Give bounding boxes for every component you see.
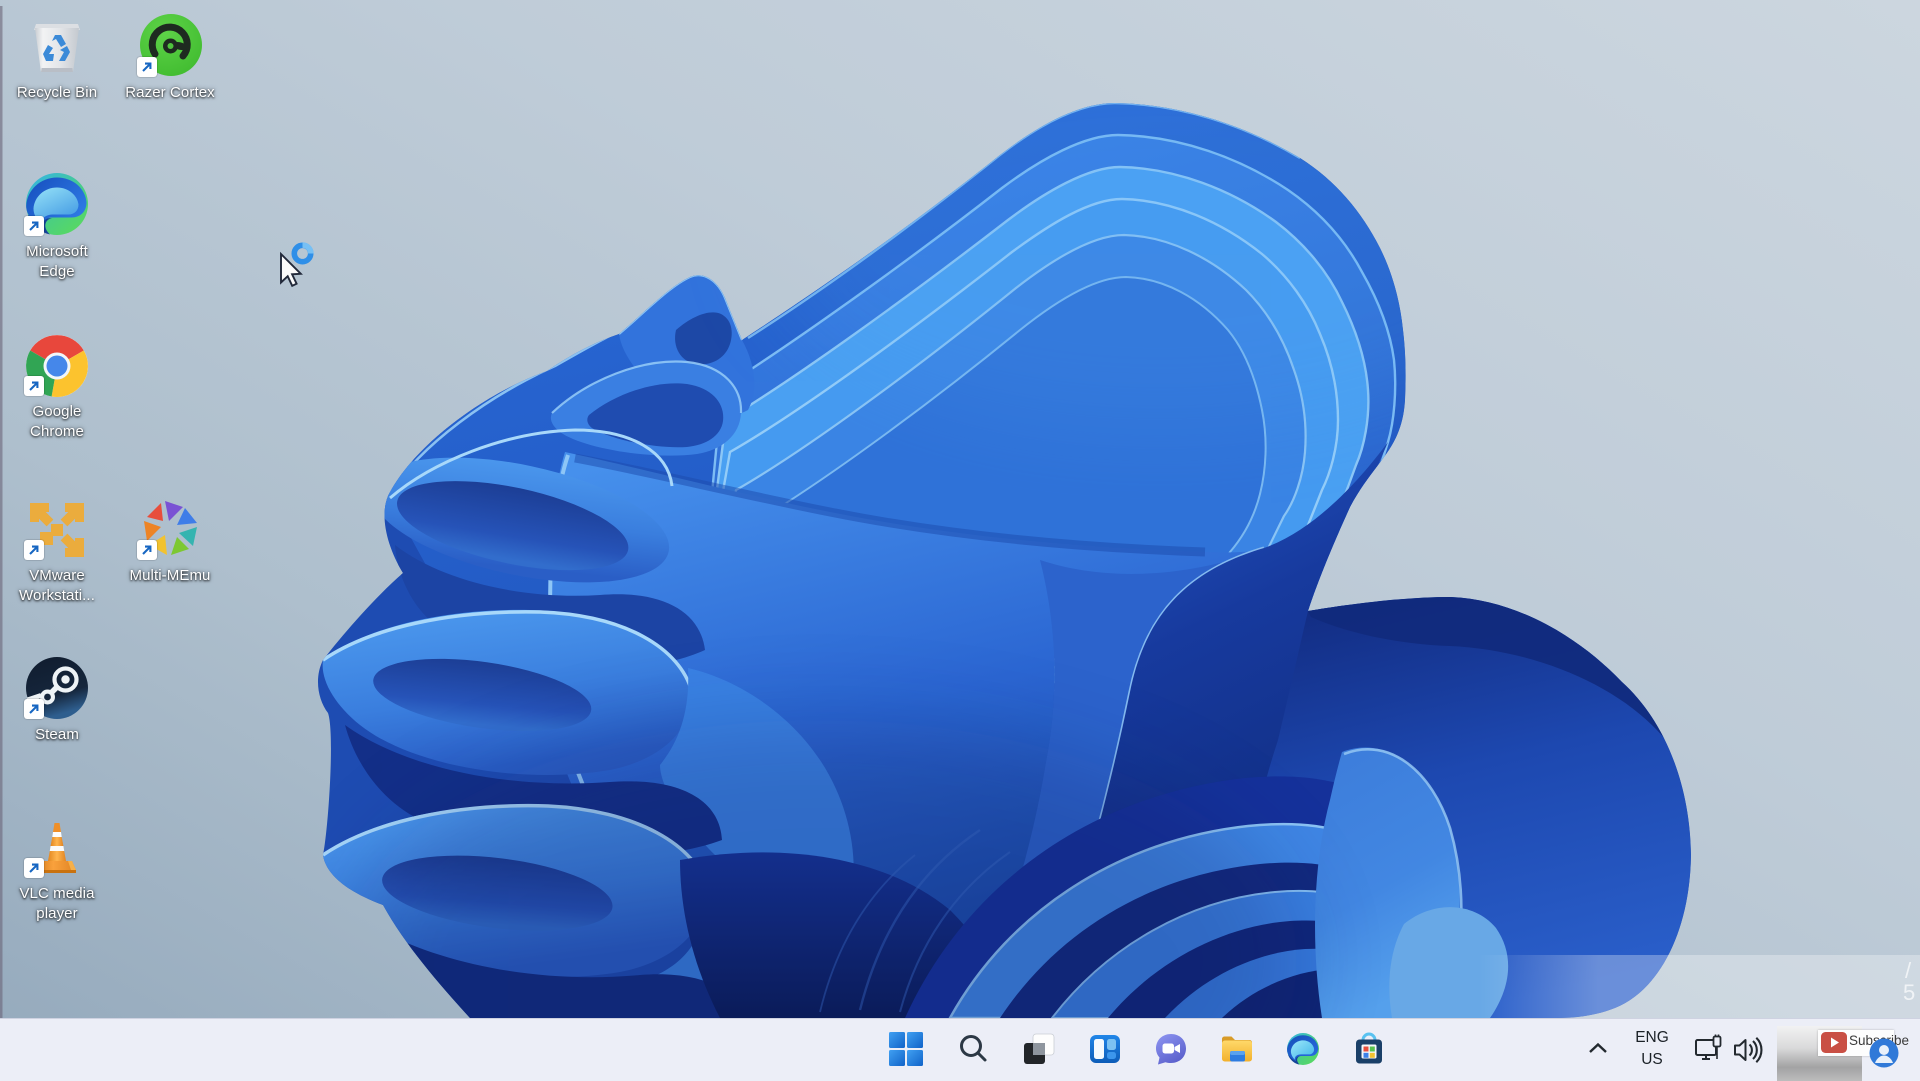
svg-text:5: 5 xyxy=(1903,980,1915,1005)
